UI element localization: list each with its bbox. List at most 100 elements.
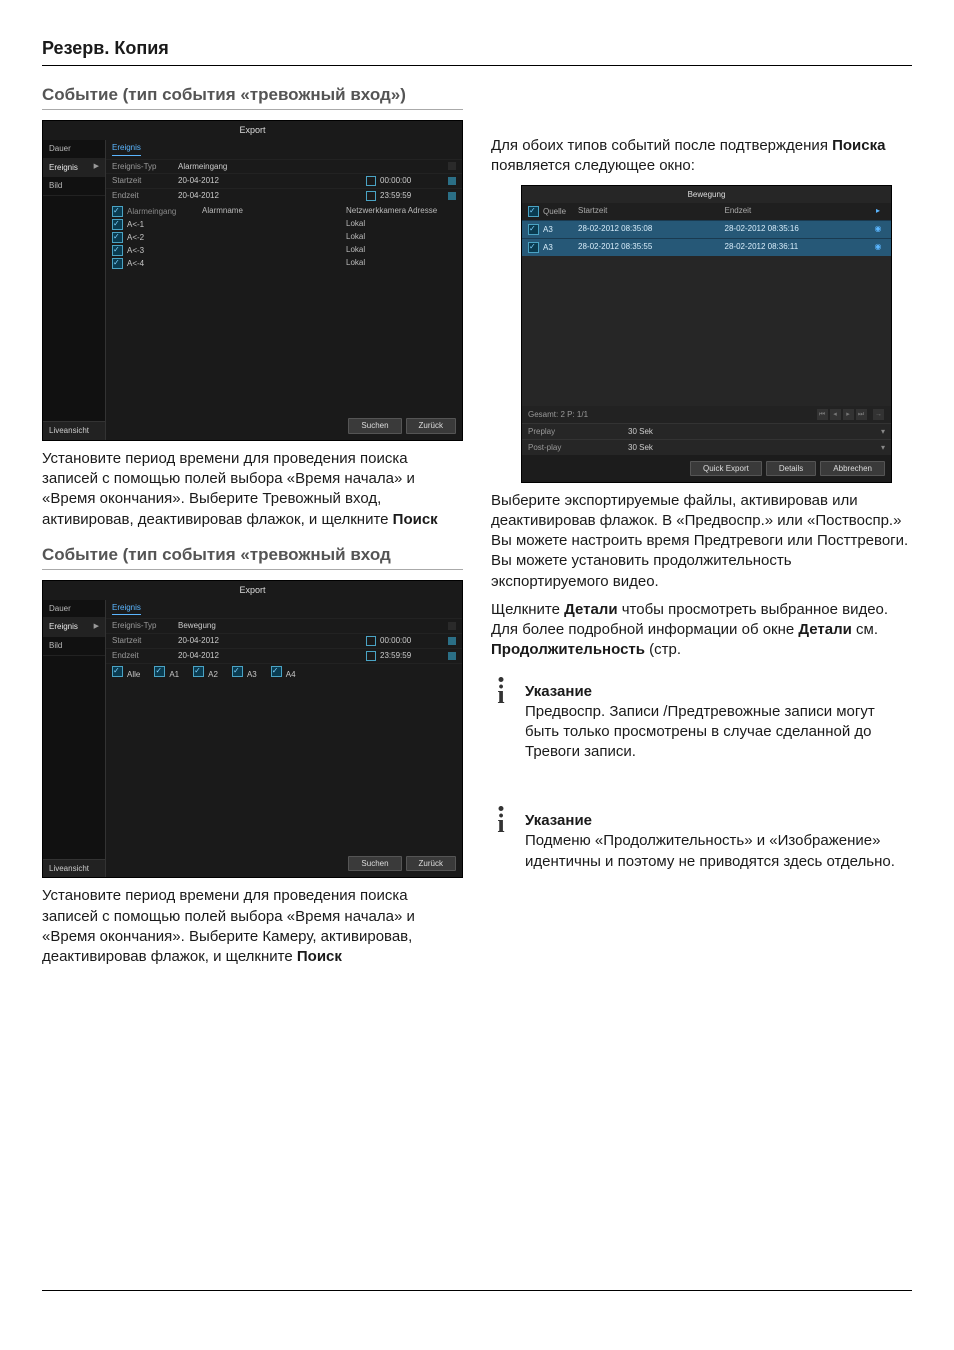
section1-paragraph: Установите период времени для проведения…	[42, 449, 463, 530]
panel-title: Export	[43, 121, 462, 140]
stepper-icon[interactable]	[448, 637, 456, 645]
field-label: Startzeit	[112, 636, 174, 646]
end-date-input[interactable]: 20-04-2012	[174, 651, 360, 661]
info-icon: i	[491, 683, 511, 763]
sidebar-item-ereignis[interactable]: Ereignis ▶	[43, 618, 105, 637]
sidebar-item-label: Ereignis	[49, 163, 78, 173]
start-date-input[interactable]: 20-04-2012	[174, 636, 360, 646]
checkbox[interactable]	[112, 258, 123, 269]
sidebar-item-liveview[interactable]: Liveansicht	[43, 859, 105, 878]
list-item[interactable]: A<-2Lokal	[112, 231, 456, 244]
sidebar-item-dauer[interactable]: Dauer	[43, 600, 105, 619]
list-item[interactable]: A<-3Lokal	[112, 244, 456, 257]
col-header: Netzwerkkamera Adresse	[346, 206, 456, 217]
end-time-input[interactable]: 23:59:59	[360, 191, 456, 201]
subtab-ereignis[interactable]: Ereignis	[112, 143, 141, 156]
checkbox-cam[interactable]: A4	[271, 666, 296, 680]
sidebar-item-bild[interactable]: Bild	[43, 177, 105, 196]
pagination-total: Gesamt: 2 P: 1/1	[528, 410, 588, 419]
checkbox-all-cams[interactable]: Alle	[112, 666, 140, 680]
field-label: Preplay	[528, 427, 628, 436]
sidebar-item-bild[interactable]: Bild	[43, 637, 105, 656]
search-button[interactable]: Suchen	[348, 856, 401, 872]
back-button[interactable]: Zurück	[406, 418, 456, 434]
details-button[interactable]: Details	[766, 461, 816, 476]
checkbox[interactable]	[528, 242, 539, 253]
stepper-icon[interactable]	[448, 177, 456, 185]
note-body: Предвоспр. Записи /Предтревожные записи …	[525, 702, 912, 763]
page-first-icon[interactable]: ⏮	[817, 409, 828, 420]
checkbox-all[interactable]	[528, 206, 539, 217]
list-item[interactable]: A<-1Lokal	[112, 218, 456, 231]
page-title: Резерв. Копия	[42, 38, 912, 59]
chevron-right-icon: ▶	[94, 623, 99, 631]
right-paragraph-2: Щелкните Детали чтобы просмотреть выбран…	[491, 600, 912, 661]
dropdown-icon[interactable]: ▾	[881, 443, 885, 452]
page-last-icon[interactable]: ⏭	[856, 409, 867, 420]
start-time-input[interactable]: 00:00:00	[360, 176, 456, 186]
subtab-ereignis[interactable]: Ereignis	[112, 603, 141, 616]
event-type-select[interactable]: Bewegung	[174, 621, 448, 631]
start-date-input[interactable]: 20-04-2012	[174, 176, 360, 186]
panel-title: Export	[43, 581, 462, 600]
event-type-select[interactable]: Alarmeingang	[174, 162, 448, 172]
stepper-icon[interactable]	[448, 192, 456, 200]
info-note-2: i Указание Подменю «Продолжительность» и…	[491, 812, 912, 872]
sidebar-item-label: Ereignis	[49, 622, 78, 632]
pagination[interactable]: ⏮◂▸⏭ →	[816, 409, 885, 420]
sidebar-item-liveview[interactable]: Liveansicht	[43, 421, 105, 440]
field-label: Ereignis-Typ	[112, 162, 174, 172]
col-header: Startzeit	[578, 206, 725, 217]
footer-divider	[42, 1290, 912, 1291]
dropdown-icon[interactable]	[448, 162, 456, 170]
field-label: Endzeit	[112, 191, 174, 201]
right-paragraph-1: Выберите экспортируемые файлы, активиров…	[491, 491, 912, 592]
page-next-icon[interactable]: ▸	[843, 409, 854, 420]
checkbox[interactable]	[528, 224, 539, 235]
calendar-icon	[366, 191, 376, 201]
search-button[interactable]: Suchen	[348, 418, 401, 434]
end-date-input[interactable]: 20-04-2012	[174, 191, 360, 201]
col-header: Alarmeingang	[127, 207, 176, 217]
page-prev-icon[interactable]: ◂	[830, 409, 841, 420]
sidebar-item-dauer[interactable]: Dauer	[43, 140, 105, 159]
checkbox-cam[interactable]: A2	[193, 666, 218, 680]
field-label: Startzeit	[112, 176, 174, 186]
stepper-icon[interactable]	[448, 652, 456, 660]
section1-divider	[42, 109, 463, 110]
play-icon[interactable]: ◉	[871, 224, 885, 235]
dropdown-icon[interactable]: ▾	[881, 427, 885, 436]
start-time-input[interactable]: 00:00:00	[360, 636, 456, 646]
note-title: Указание	[525, 812, 912, 829]
section2-heading: Событие (тип события «тревожный вход	[42, 544, 463, 565]
table-row[interactable]: A3 28-02-2012 08:35:08 28-02-2012 08:35:…	[522, 220, 891, 238]
page-go-icon[interactable]: →	[873, 409, 884, 420]
table-row[interactable]: A3 28-02-2012 08:35:55 28-02-2012 08:36:…	[522, 238, 891, 256]
checkbox[interactable]	[112, 245, 123, 256]
list-item[interactable]: A<-4Lokal	[112, 257, 456, 270]
checkbox-cam[interactable]: A3	[232, 666, 257, 680]
col-header: Alarmname	[202, 206, 346, 217]
calendar-icon	[366, 636, 376, 646]
preplay-select[interactable]: 30 Sek	[628, 427, 881, 436]
dropdown-icon[interactable]	[448, 622, 456, 630]
sidebar-item-ereignis[interactable]: Ereignis ▶	[43, 159, 105, 178]
note-title: Указание	[525, 683, 912, 700]
col-header: Quelle	[543, 207, 566, 216]
play-icon: ▸	[871, 206, 885, 217]
chevron-right-icon: ▶	[94, 163, 99, 171]
end-time-input[interactable]: 23:59:59	[360, 651, 456, 661]
cancel-button[interactable]: Abbrechen	[820, 461, 885, 476]
export-panel-motion: Export Dauer Ereignis ▶ Bild Liveansicht…	[42, 580, 463, 878]
checkbox-all[interactable]	[112, 206, 123, 217]
back-button[interactable]: Zurück	[406, 856, 456, 872]
quick-export-button[interactable]: Quick Export	[690, 461, 762, 476]
calendar-icon	[366, 651, 376, 661]
checkbox[interactable]	[112, 219, 123, 230]
postplay-select[interactable]: 30 Sek	[628, 443, 881, 452]
field-label: Ereignis-Typ	[112, 621, 174, 631]
play-icon[interactable]: ◉	[871, 242, 885, 253]
checkbox[interactable]	[112, 232, 123, 243]
checkbox-cam[interactable]: A1	[154, 666, 179, 680]
export-panel-alarm: Export Dauer Ereignis ▶ Bild Liveansicht…	[42, 120, 463, 441]
